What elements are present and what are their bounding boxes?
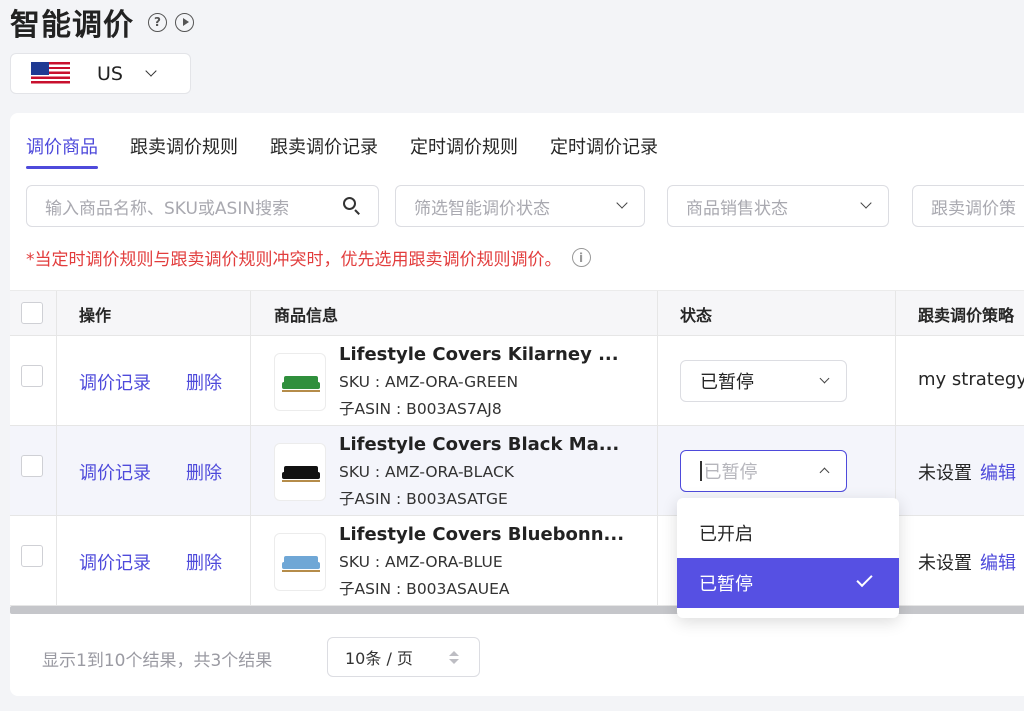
- product-image: [274, 533, 326, 591]
- play-circle-icon[interactable]: [175, 12, 194, 32]
- product-sku: SKU : AMZ-ORA-BLUE: [339, 553, 503, 571]
- edit-strategy-link[interactable]: 编辑: [980, 553, 1016, 574]
- price-record-link[interactable]: 调价记录: [79, 459, 151, 485]
- page-size-select[interactable]: 10条 / 页: [327, 637, 480, 677]
- product-sku: SKU : AMZ-ORA-GREEN: [339, 373, 519, 391]
- conflict-notice: *当定时调价规则与跟卖调价规则冲突时，优先选用跟卖调价规则调价。 i: [26, 245, 591, 270]
- chevron-down-icon: [860, 197, 872, 209]
- product-asin: 子ASIN : B003ASAUEA: [339, 580, 510, 598]
- strategy-cell: 未设置 编辑: [918, 459, 1016, 485]
- row-checkbox[interactable]: [21, 455, 43, 477]
- region-value: US: [97, 62, 123, 85]
- sale-status-select[interactable]: 商品销售状态: [667, 185, 889, 227]
- chevron-down-icon: [145, 65, 157, 77]
- sofa-icon: [282, 376, 320, 392]
- search-placeholder: 输入商品名称、SKU或ASIN搜索: [45, 198, 290, 219]
- product-name: Lifestyle Covers Kilarney ...: [339, 344, 619, 365]
- product-asin: 子ASIN : B003AS7AJ8: [339, 400, 502, 418]
- status-select[interactable]: 已暂停: [680, 360, 847, 402]
- notice-text: *当定时调价规则与跟卖调价规则冲突时，优先选用跟卖调价规则调价。: [26, 250, 562, 270]
- product-name: Lifestyle Covers Black Ma...: [339, 434, 620, 455]
- chevron-down-icon: [616, 197, 628, 209]
- product-sku: SKU : AMZ-ORA-BLACK: [339, 463, 514, 481]
- option-label: 已开启: [699, 524, 753, 545]
- tab-schedule-rules[interactable]: 定时调价规则: [410, 133, 518, 169]
- status-dropdown-menu: 已开启 已暂停: [677, 498, 899, 618]
- tab-schedule-records[interactable]: 定时调价记录: [550, 133, 658, 169]
- tab-pricing-products[interactable]: 调价商品: [26, 133, 98, 169]
- status-filter-select[interactable]: 筛选智能调价状态: [395, 185, 645, 227]
- edit-strategy-link[interactable]: 编辑: [980, 463, 1016, 484]
- check-icon: [856, 570, 873, 588]
- question-circle-icon[interactable]: ?: [148, 12, 167, 32]
- us-flag-icon: [31, 61, 70, 86]
- strategy-cell: my strategy: [918, 369, 1024, 390]
- delete-link[interactable]: 删除: [186, 549, 222, 575]
- strategy-filter-placeholder: 跟卖调价策: [931, 198, 1016, 219]
- option-paused[interactable]: 已暂停: [677, 558, 899, 608]
- product-asin: 子ASIN : B003ASATGE: [339, 490, 508, 508]
- table-row: 调价记录 删除 Lifestyle Covers Kilarney ... SK…: [10, 336, 1024, 426]
- product-name: Lifestyle Covers Bluebonn...: [339, 524, 625, 545]
- price-record-link[interactable]: 调价记录: [79, 369, 151, 395]
- strategy-value: my strategy: [918, 369, 1024, 390]
- strategy-value: 未设置: [918, 463, 972, 484]
- status-select[interactable]: 已暂停: [680, 450, 847, 492]
- page-title: 智能调价: [10, 8, 134, 43]
- strategy-cell: 未设置 编辑: [918, 549, 1016, 575]
- page-size-value: 10条 / 页: [345, 649, 413, 668]
- header-status: 状态: [680, 305, 713, 325]
- header-strategy: 跟卖调价策略: [918, 305, 1015, 325]
- search-input[interactable]: 输入商品名称、SKU或ASIN搜索: [26, 185, 379, 227]
- chevron-down-icon: [819, 373, 830, 384]
- status-filter-placeholder: 筛选智能调价状态: [414, 198, 550, 219]
- region-select[interactable]: US: [10, 53, 191, 94]
- search-icon[interactable]: [343, 197, 360, 215]
- pagination-summary: 显示1到10个结果，共3个结果: [42, 651, 273, 671]
- status-value: 已暂停: [700, 372, 754, 393]
- sofa-icon: [282, 556, 320, 572]
- sale-status-placeholder: 商品销售状态: [686, 198, 788, 219]
- sofa-icon: [282, 466, 320, 482]
- status-value: 已暂停: [703, 462, 758, 483]
- text-caret: [700, 461, 702, 481]
- option-enabled[interactable]: 已开启: [677, 508, 899, 558]
- delete-link[interactable]: 删除: [186, 369, 222, 395]
- product-image: [274, 353, 326, 411]
- row-checkbox[interactable]: [21, 365, 43, 387]
- tab-bar: 调价商品 跟卖调价规则 跟卖调价记录 定时调价规则 定时调价记录: [26, 133, 690, 169]
- price-record-link[interactable]: 调价记录: [79, 549, 151, 575]
- header-action: 操作: [79, 305, 112, 325]
- table-header: 操作 商品信息 状态 跟卖调价策略: [10, 291, 1024, 336]
- header-product: 商品信息: [274, 305, 339, 325]
- up-down-arrows-icon: [449, 651, 459, 665]
- option-label: 已暂停: [699, 574, 753, 595]
- product-image: [274, 443, 326, 501]
- page-header: 智能调价 ?: [10, 4, 194, 43]
- tab-follow-rules[interactable]: 跟卖调价规则: [130, 133, 238, 169]
- info-circle-icon[interactable]: i: [571, 248, 591, 267]
- tab-follow-records[interactable]: 跟卖调价记录: [270, 133, 378, 169]
- strategy-filter-select[interactable]: 跟卖调价策: [912, 185, 1024, 227]
- delete-link[interactable]: 删除: [186, 459, 222, 485]
- row-checkbox[interactable]: [21, 545, 43, 567]
- strategy-value: 未设置: [918, 553, 972, 574]
- chevron-up-icon: [819, 467, 830, 478]
- select-all-checkbox[interactable]: [21, 302, 43, 324]
